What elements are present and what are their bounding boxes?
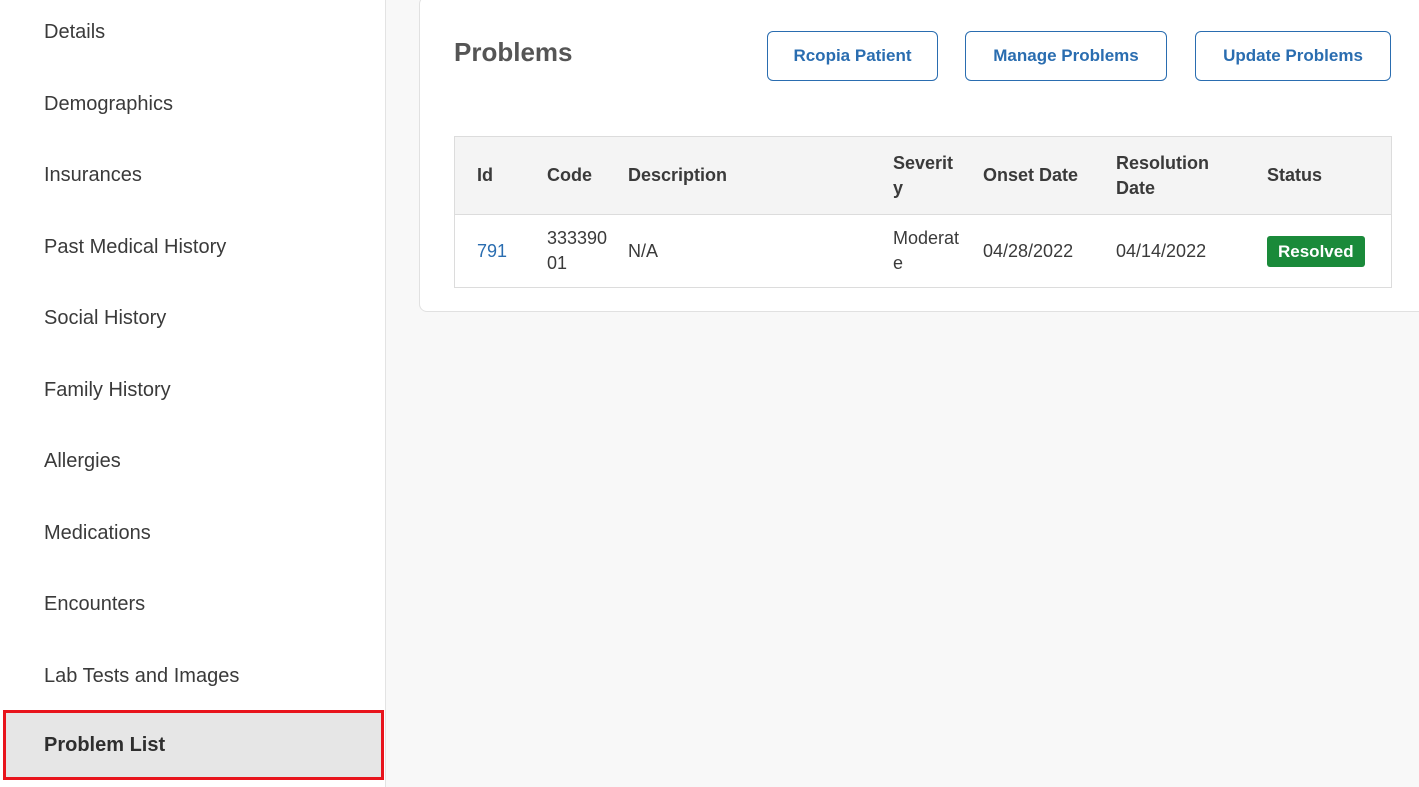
page-title: Problems <box>454 37 573 67</box>
sidebar-item-details[interactable]: Details <box>0 0 386 68</box>
sidebar-item-insurances[interactable]: Insurances <box>0 139 386 211</box>
sidebar-item-medications[interactable]: Medications <box>0 497 386 569</box>
status-badge: Resolved <box>1267 235 1365 267</box>
sidebar-item-problem-list[interactable]: Problem List <box>3 710 384 780</box>
problems-table: Id Code Description Severity Onset Date … <box>454 136 1392 288</box>
sidebar-item-lab-tests-and-images[interactable]: Lab Tests and Images <box>0 640 386 712</box>
sidebar-item-family-history[interactable]: Family History <box>0 354 386 426</box>
table-header: Id Code Description Severity Onset Date … <box>455 137 1391 215</box>
sidebar-item-demographics[interactable]: Demographics <box>0 68 386 140</box>
column-header-description[interactable]: Description <box>628 137 878 214</box>
status-cell: Resolved <box>1267 215 1377 287</box>
problem-severity: Moderate <box>893 228 960 273</box>
problem-id-link[interactable]: 791 <box>477 215 537 287</box>
update-problems-button[interactable]: Update Problems <box>1195 31 1391 81</box>
sidebar-item-allergies[interactable]: Allergies <box>0 425 386 497</box>
table-row: 791 33339001 N/A Moderate 04/28/2022 04/… <box>455 215 1391 287</box>
problem-code: 33339001 <box>547 228 608 273</box>
column-header-status[interactable]: Status <box>1267 137 1367 214</box>
problem-resolution-date: 04/14/2022 <box>1116 240 1207 261</box>
sidebar-nav: Details Demographics Insurances Past Med… <box>0 0 386 787</box>
problem-description: N/A <box>628 240 659 261</box>
manage-problems-button[interactable]: Manage Problems <box>965 31 1167 81</box>
problems-card: Problems Rcopia Patient Manage Problems … <box>419 0 1419 312</box>
column-header-severity[interactable]: Severity <box>893 137 963 214</box>
column-header-onset-date[interactable]: Onset Date <box>983 137 1103 214</box>
sidebar-item-social-history[interactable]: Social History <box>0 282 386 354</box>
column-header-resolution-date[interactable]: Resolution Date <box>1116 137 1226 214</box>
rcopia-patient-button[interactable]: Rcopia Patient <box>767 31 938 81</box>
column-header-id[interactable]: Id <box>477 137 537 214</box>
column-header-code[interactable]: Code <box>547 137 617 214</box>
sidebar-item-past-medical-history[interactable]: Past Medical History <box>0 211 386 283</box>
sidebar-item-encounters[interactable]: Encounters <box>0 568 386 640</box>
problem-onset-date: 04/28/2022 <box>983 240 1074 261</box>
